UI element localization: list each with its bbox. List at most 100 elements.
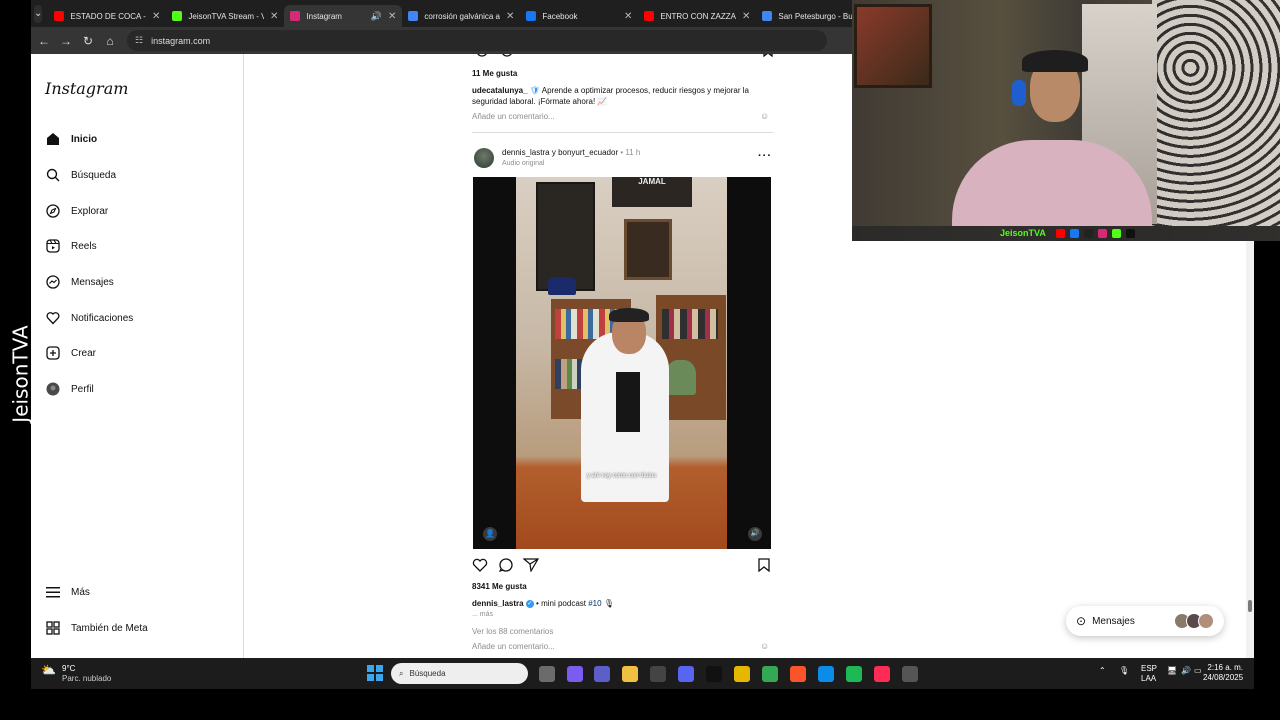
instagram-sidebar: Instagram Inicio Búsqueda Explorar Reels Men…	[31, 54, 244, 658]
tag-user-icon[interactable]: 👤	[483, 527, 497, 541]
save-button[interactable]	[758, 558, 770, 574]
battery-icon[interactable]: ▭	[1194, 666, 1202, 675]
weather-desc[interactable]: Parc. nublado	[62, 674, 111, 683]
network-icon[interactable]: 🖥	[1167, 666, 1177, 675]
sidebar-item-avatar[interactable]: Perfil	[45, 381, 94, 397]
browser-tab[interactable]: ESTADO DE COCA - Y ✕	[48, 5, 166, 27]
post-user2[interactable]: bonyurt_ecuador	[558, 148, 618, 157]
also-from-meta[interactable]: También de Meta	[45, 620, 148, 636]
caption-hashtag[interactable]: #10	[588, 599, 601, 608]
tiktok-live-icon[interactable]	[874, 666, 890, 682]
emoji-icon[interactable]: ☺	[760, 111, 769, 121]
tab-search-button[interactable]: ⌄	[34, 4, 43, 23]
tray-chevron-icon[interactable]: ⌃	[1099, 666, 1106, 675]
sidebar-item-plus-square[interactable]: Crear	[45, 345, 96, 361]
message-avatars	[1174, 613, 1214, 629]
file-explorer-tb-icon[interactable]	[539, 666, 555, 682]
scrollbar-thumb[interactable]	[1248, 600, 1252, 612]
tab-close-icon[interactable]: ✕	[742, 11, 750, 22]
right-margin	[1254, 241, 1280, 658]
browser-tab[interactable]: corrosión galvánica a ✕	[402, 5, 520, 27]
tiktok-small-icon	[1126, 229, 1135, 238]
weather-icon[interactable]: ⛅	[41, 663, 56, 677]
discord-icon[interactable]	[678, 666, 694, 682]
browser-tab[interactable]: San Petesburgo - Bu✕	[756, 5, 852, 27]
browser-tab[interactable]: Instagram 🔊 ✕	[284, 5, 403, 27]
view-comments-link[interactable]: Ver los 88 comentarios	[472, 627, 553, 636]
home-icon	[45, 131, 61, 147]
instagram-logo[interactable]: Instagram	[45, 79, 128, 98]
tiktok-icon[interactable]	[706, 666, 722, 682]
caption-user[interactable]: dennis_lastra	[472, 599, 524, 608]
speaker-icon[interactable]: 🔊	[1181, 666, 1191, 675]
microphone-tray-icon[interactable]: 🎙	[1119, 666, 1129, 675]
app-yellow-icon[interactable]	[734, 666, 750, 682]
edge-icon[interactable]	[818, 666, 834, 682]
chatgpt-icon[interactable]	[650, 666, 666, 682]
sidebar-item-reels[interactable]: Reels	[45, 238, 97, 254]
tab-favicon-icon	[408, 11, 419, 21]
sidebar-item-label: Notificaciones	[71, 312, 134, 324]
prev-post-likes[interactable]: 11 Me gusta	[472, 69, 517, 78]
messages-pill[interactable]: ⊙ Mensajes	[1066, 606, 1224, 636]
comment-input[interactable]: Añade un comentario...	[472, 642, 555, 651]
volume-icon[interactable]: 🔊	[748, 527, 762, 541]
verified-badge-icon: ✓	[525, 599, 534, 608]
sidebar-item-compass[interactable]: Explorar	[45, 203, 108, 219]
chrome-icon[interactable]	[762, 666, 778, 682]
post-user1[interactable]: dennis_lastra	[502, 148, 550, 157]
tab-close-icon[interactable]: ✕	[270, 11, 278, 22]
prev-post-username[interactable]: udecatalunya_	[472, 86, 528, 95]
back-button[interactable]: ←	[33, 34, 55, 48]
tab-close-icon[interactable]: ✕	[388, 11, 396, 22]
caption-more[interactable]: ... más	[472, 611, 493, 618]
language-indicator[interactable]: ESP LAA	[1141, 664, 1157, 684]
post-audio[interactable]: Audio original	[502, 160, 544, 167]
tab-favicon-icon	[54, 11, 65, 21]
post-header: dennis_lastra y bonyurt_ecuador • 11 h	[502, 148, 640, 157]
hamburger-icon	[45, 584, 61, 600]
tab-close-icon[interactable]: ✕	[152, 11, 160, 22]
reload-button[interactable]: ↻	[77, 34, 99, 48]
teams-icon[interactable]	[594, 666, 610, 682]
copilot-icon[interactable]	[567, 666, 583, 682]
post-avatar[interactable]	[474, 148, 494, 168]
address-bar[interactable]: ☷ instagram.com	[127, 30, 827, 51]
windows-start-icon[interactable]	[367, 665, 383, 681]
tab-close-icon[interactable]: ✕	[624, 11, 632, 22]
comment-button[interactable]	[498, 558, 514, 574]
tab-favicon-icon	[762, 11, 773, 21]
post-options-icon[interactable]: ···	[758, 150, 772, 162]
weather-temp[interactable]: 9°C	[62, 664, 75, 673]
like-button[interactable]	[472, 558, 488, 574]
browser-tab[interactable]: ENTRO CON ZAZZA ... ✕	[638, 5, 756, 27]
tab-close-icon[interactable]: ✕	[506, 11, 514, 22]
post-likes[interactable]: 8341 Me gusta	[472, 582, 527, 591]
more-menu[interactable]: Más	[45, 584, 90, 600]
clock[interactable]: 2:16 a. m. 24/08/2025	[1203, 663, 1243, 683]
spotify-icon[interactable]	[846, 666, 862, 682]
tab-audio-icon[interactable]: 🔊	[371, 11, 382, 22]
webcam-overlay	[852, 0, 1280, 241]
taskbar-search[interactable]: ⌕ Búsqueda	[391, 663, 528, 684]
browser-tab[interactable]: JeisonTVA Stream - V ✕	[166, 5, 284, 27]
emoji-picker-icon[interactable]: ☺	[760, 641, 769, 651]
streamer-hair	[1022, 50, 1088, 72]
brave-icon[interactable]	[790, 666, 806, 682]
video-subtitle: y ahí voy como con títulos	[586, 473, 657, 479]
sidebar-item-messenger[interactable]: Mensajes	[45, 274, 114, 290]
prev-post-comment-input[interactable]: Añade un comentario...	[472, 112, 555, 121]
messenger-icon: ⊙	[1076, 614, 1087, 628]
chevron-down-icon: ⌄	[34, 8, 43, 19]
forward-button[interactable]: →	[55, 34, 77, 48]
sidebar-item-home[interactable]: Inicio	[45, 131, 97, 147]
browser-tab[interactable]: Facebook ✕	[520, 5, 638, 27]
sidebar-item-search[interactable]: Búsqueda	[45, 167, 116, 183]
share-button[interactable]	[522, 558, 540, 574]
home-button[interactable]: ⌂	[99, 34, 121, 48]
folder-icon[interactable]	[622, 666, 638, 682]
post-video[interactable]: JAMAL y ahí voy como con títulos 👤 🔊	[473, 177, 771, 549]
site-info-icon[interactable]: ☷	[135, 35, 143, 46]
sidebar-item-heart[interactable]: Notificaciones	[45, 310, 133, 326]
obs-icon[interactable]	[902, 666, 918, 682]
